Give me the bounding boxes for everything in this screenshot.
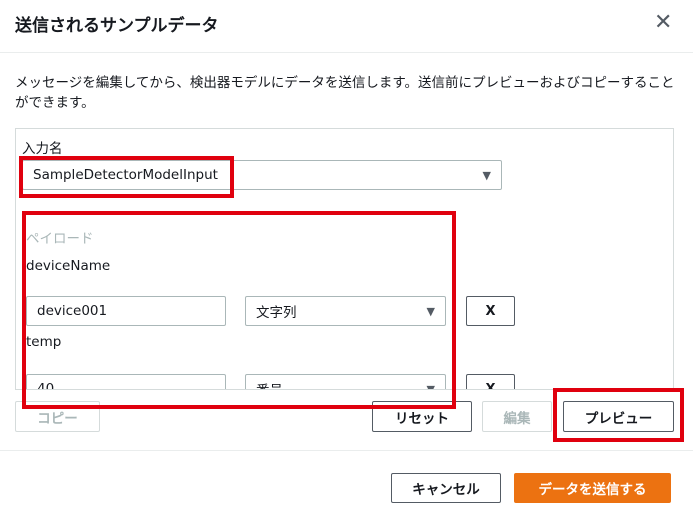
dialog-description: メッセージを編集してから、検出器モデルにデータを送信します。送信前にプレビューお… bbox=[15, 75, 675, 111]
close-icon[interactable]: ✕ bbox=[654, 10, 672, 35]
field-type-select[interactable]: 文字列 ▼ bbox=[245, 296, 446, 326]
field-type-value: 文字列 bbox=[256, 305, 297, 321]
chevron-down-icon: ▼ bbox=[482, 168, 491, 182]
dialog-title: 送信されるサンプルデータ bbox=[15, 16, 219, 36]
input-name-select[interactable]: SampleDetectorModelInput ▼ bbox=[22, 160, 502, 190]
input-name-label: 入力名 bbox=[22, 141, 63, 157]
edit-button[interactable]: 編集 bbox=[482, 401, 552, 432]
reset-button[interactable]: リセット bbox=[372, 401, 472, 432]
send-data-button[interactable]: データを送信する bbox=[514, 473, 671, 503]
copy-button[interactable]: コピー bbox=[15, 401, 100, 432]
input-name-value: SampleDetectorModelInput bbox=[33, 167, 218, 183]
field-name: temp bbox=[26, 334, 62, 350]
remove-field-button[interactable]: X bbox=[466, 296, 515, 326]
payload-panel[interactable]: 入力名 SampleDetectorModelInput ▼ ペイロード devi… bbox=[15, 128, 674, 390]
field-type-value: 番号 bbox=[256, 379, 283, 389]
cancel-button[interactable]: キャンセル bbox=[391, 473, 501, 503]
divider bbox=[0, 450, 693, 451]
field-name: deviceName bbox=[26, 258, 111, 274]
remove-field-button[interactable]: X bbox=[466, 374, 515, 389]
field-value-input[interactable]: device001 bbox=[26, 296, 226, 326]
field-type-select[interactable]: 番号 ▼ bbox=[245, 374, 446, 390]
preview-button[interactable]: プレビュー bbox=[563, 401, 674, 432]
chevron-down-icon: ▼ bbox=[426, 304, 435, 318]
chevron-down-icon: ▼ bbox=[426, 382, 435, 390]
payload-label: ペイロード bbox=[26, 231, 94, 247]
field-value-input[interactable]: 40 bbox=[26, 374, 226, 389]
divider bbox=[0, 52, 693, 53]
